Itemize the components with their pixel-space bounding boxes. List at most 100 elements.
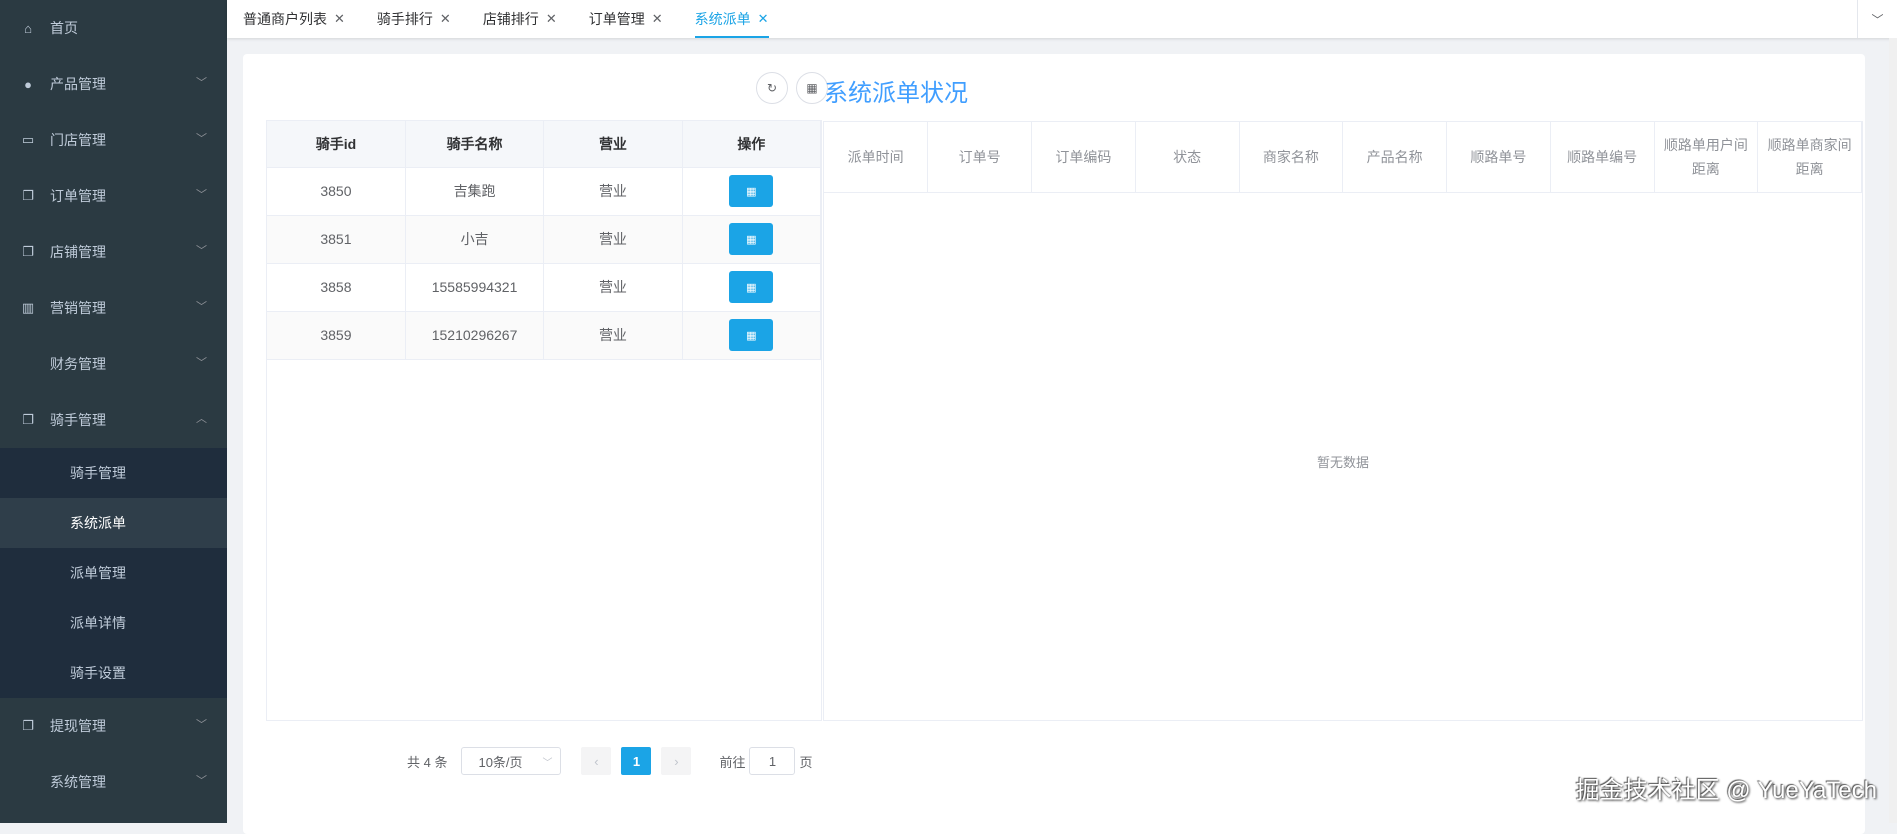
submenu-dispatch-manage[interactable]: 派单管理 [0,548,227,598]
col-route-order-code: 顺路单编号 [1550,122,1655,193]
document-icon: ❐ [22,718,34,733]
page-size-value: 10条/页 [478,754,523,770]
chevron-down-icon: ﹀ [1871,12,1884,27]
user-icon: ● [24,76,32,92]
grid-icon: ▦ [746,329,757,342]
menu-marketing[interactable]: ▥ 营销管理 ﹀ [0,280,227,336]
menu-label: 骑手管理 [50,412,106,428]
table-row: 3859 15210296267 营业 ▦ [267,311,822,360]
tab-merchant-list[interactable]: 普通商户列表 ✕ [243,0,345,38]
chevron-left-icon: ‹ [594,753,599,769]
menu-finance[interactable]: 财务管理 ﹀ [0,336,227,392]
view-dispatch-button[interactable]: ▦ [729,223,774,255]
close-icon[interactable]: ✕ [758,11,769,27]
submenu-dispatch-detail[interactable]: 派单详情 [0,598,227,648]
menu-system[interactable]: 系统管理 ﹀ [0,754,227,810]
col-product-name: 产品名称 [1342,122,1447,193]
tab-bar: 普通商户列表 ✕ 骑手排行 ✕ 店铺排行 ✕ 订单管理 ✕ 系统派单 ✕ ﹀ [227,0,1897,38]
total-count: 共 4 条 [407,754,448,770]
rider-name: 小吉 [405,215,545,264]
prev-page-button[interactable]: ‹ [581,747,612,775]
rider-status: 营业 [543,263,683,312]
view-dispatch-button[interactable]: ▦ [729,319,774,351]
col-status: 状态 [1135,122,1240,193]
tab-order-manage[interactable]: 订单管理 ✕ [589,0,663,38]
rider-id: 3851 [267,215,406,264]
col-route-user-distance: 顺路单用户间距离 [1654,122,1759,193]
tab-dropdown-button[interactable]: ﹀ [1857,0,1897,38]
rider-name: 吉集跑 [405,167,545,216]
grid-icon: ▦ [746,281,757,294]
col-merchant-name: 商家名称 [1239,122,1344,193]
close-icon[interactable]: ✕ [652,11,663,27]
chevron-down-icon: ﹀ [196,719,207,731]
tab-label: 店铺排行 [482,11,539,27]
watermark: 掘金技术社区 @ YueYaTech [1575,777,1877,804]
chevron-down-icon: ﹀ [196,775,207,787]
action-cell: ▦ [682,167,822,216]
document-icon: ❐ [22,412,34,427]
menu-label: 门店管理 [50,132,106,148]
refresh-button[interactable]: ↻ [756,72,788,104]
page-title: 系统派单状况 [824,80,968,107]
tab-shop-ranking[interactable]: 店铺排行 ✕ [483,0,557,38]
submenu-rider-manage[interactable]: 骑手管理 [0,448,227,498]
table-row: 3858 15585994321 营业 ▦ [267,263,822,312]
chevron-down-icon: ﹀ [196,189,207,201]
chevron-right-icon: › [674,753,679,769]
page-1-button[interactable]: 1 [621,747,652,775]
view-dispatch-button[interactable]: ▦ [729,175,774,207]
chevron-down-icon: ﹀ [196,77,207,89]
submenu-system-dispatch[interactable]: 系统派单 [0,498,227,548]
tab-rider-ranking[interactable]: 骑手排行 ✕ [377,0,451,38]
menu-rider[interactable]: ❐ 骑手管理 ︿ [0,392,227,448]
grid-icon: ▦ [746,185,757,198]
action-cell: ▦ [682,215,822,264]
col-rider-name: 骑手名称 [405,121,545,168]
chevron-up-icon: ︿ [196,413,207,425]
grid-icon: ▦ [806,81,818,95]
goto-page-input[interactable]: 1 [749,747,796,775]
menu-label: 产品管理 [50,76,106,92]
store-icon: ▭ [21,132,35,147]
menu-withdraw[interactable]: ❐ 提现管理 ﹀ [0,698,227,754]
menu-order[interactable]: ❐ 订单管理 ﹀ [0,168,227,224]
page-size-select[interactable]: 10条/页 ﹀ [461,747,562,775]
menu-store[interactable]: ▭ 门店管理 ﹀ [0,112,227,168]
col-route-order-no: 顺路单号 [1446,122,1551,193]
tab-system-dispatch[interactable]: 系统派单 ✕ [694,0,769,38]
close-icon[interactable]: ✕ [334,11,345,27]
col-business: 营业 [543,121,683,168]
refresh-icon: ↻ [766,81,778,95]
close-icon[interactable]: ✕ [546,11,557,27]
menu-label: 系统管理 [50,774,106,790]
scrollbar[interactable] [1889,38,1897,823]
content-card: ↻ ▦ 系统派单状况 骑手id 骑手名称 营业 操作 3850 吉集跑 营业 ▦ 38… [243,54,1865,834]
menu-label: 首页 [50,20,78,36]
menu-home[interactable]: ⌂ 首页 [0,0,227,56]
action-cell: ▦ [682,311,822,360]
menu-shop[interactable]: ❐ 店铺管理 ﹀ [0,224,227,280]
chevron-down-icon: ﹀ [196,245,207,257]
next-page-button[interactable]: › [661,747,692,775]
pagination: 共 4 条 10条/页 ﹀ ‹ 1 › 前往 1 页 [407,747,813,775]
rider-id: 3850 [267,167,406,216]
col-dispatch-time: 派单时间 [824,122,929,193]
col-action: 操作 [682,121,822,168]
tab-label: 普通商户列表 [243,11,327,27]
rider-table: 骑手id 骑手名称 营业 操作 3850 吉集跑 营业 ▦ 3851 小吉 营业 ▦ 385… [266,120,822,721]
bar-chart-icon: ▥ [21,300,35,315]
menu-label: 订单管理 [50,188,106,204]
tab-label: 骑手排行 [376,11,433,27]
view-dispatch-button[interactable]: ▦ [729,271,774,303]
menu-product[interactable]: ● 产品管理 ﹀ [0,56,227,112]
menu-label: 店铺管理 [50,244,106,260]
col-route-merchant-distance: 顺路单商家间距离 [1757,122,1862,193]
close-icon[interactable]: ✕ [440,11,451,27]
col-rider-id: 骑手id [267,121,406,168]
grid-icon: ▦ [746,233,757,246]
tab-label: 订单管理 [588,11,645,27]
submenu-rider-settings[interactable]: 骑手设置 [0,648,227,698]
table-row: 3851 小吉 营业 ▦ [267,215,822,264]
table-row: 3850 吉集跑 营业 ▦ [267,167,822,216]
